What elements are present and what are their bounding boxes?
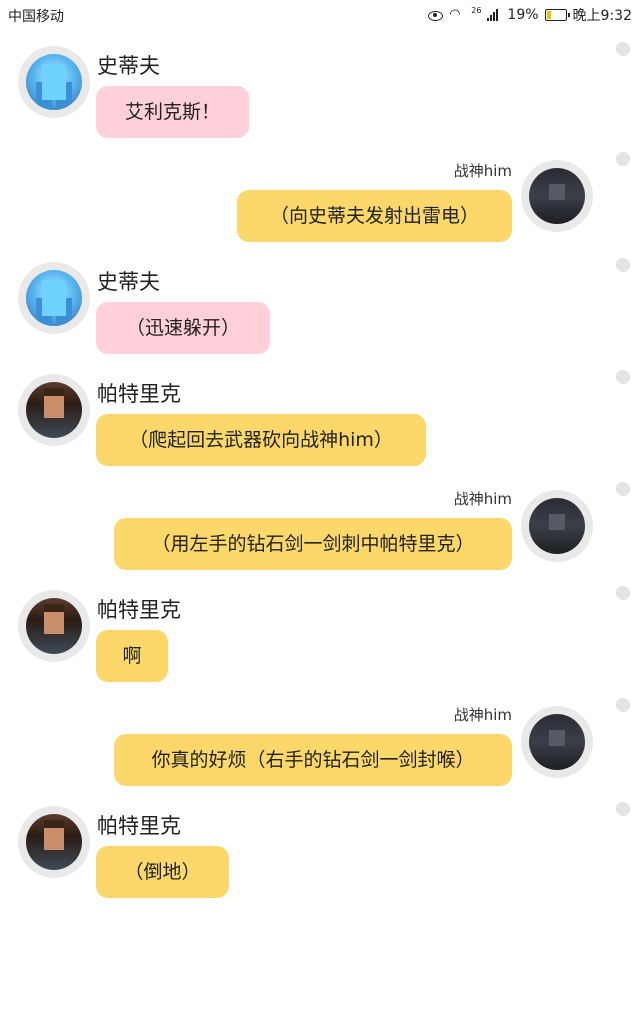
message-bubble[interactable]: （迅速躲开） bbox=[96, 302, 270, 354]
scroll-indicator bbox=[616, 802, 630, 816]
sender-name: 帕特里克 bbox=[97, 814, 181, 838]
battery-icon bbox=[544, 9, 570, 21]
sender-name: 帕特里克 bbox=[97, 598, 181, 622]
signal-icon bbox=[487, 9, 501, 21]
avatar[interactable] bbox=[18, 46, 90, 118]
message-bubble[interactable]: 艾利克斯！ bbox=[96, 86, 249, 138]
clock: 晚上9:32 bbox=[572, 8, 632, 24]
wifi-icon: ◠ bbox=[449, 7, 461, 22]
message-bubble[interactable]: （向史蒂夫发射出雷电） bbox=[237, 190, 512, 242]
sender-name: 史蒂夫 bbox=[97, 54, 160, 78]
battery-percent: 19% bbox=[507, 7, 539, 23]
scroll-indicator bbox=[616, 152, 630, 166]
message-bubble[interactable]: 啊 bbox=[96, 630, 168, 682]
scroll-indicator bbox=[616, 370, 630, 384]
scroll-indicator bbox=[616, 482, 630, 496]
message-bubble[interactable]: （爬起回去武器砍向战神him） bbox=[96, 414, 426, 466]
avatar[interactable] bbox=[521, 160, 593, 232]
status-icons: ◠ 26 19% 晚上9:32 bbox=[427, 5, 632, 25]
scroll-indicator bbox=[616, 698, 630, 712]
status-bar: 中国移动 ◠ 26 19% 晚上9:32 bbox=[0, 0, 640, 30]
scroll-indicator bbox=[616, 42, 630, 56]
message-bubble[interactable]: （用左手的钻石剑一剑刺中帕特里克） bbox=[114, 518, 512, 570]
network-tag: 26 bbox=[471, 5, 482, 15]
avatar[interactable] bbox=[521, 490, 593, 562]
scroll-indicator bbox=[616, 586, 630, 600]
sender-name: 帕特里克 bbox=[97, 382, 181, 406]
sender-name: 战神him bbox=[453, 162, 512, 180]
avatar[interactable] bbox=[18, 590, 90, 662]
carrier-label: 中国移动 bbox=[8, 9, 64, 25]
sender-name: 史蒂夫 bbox=[97, 270, 160, 294]
eye-icon bbox=[427, 8, 444, 22]
avatar[interactable] bbox=[18, 806, 90, 878]
avatar[interactable] bbox=[18, 374, 90, 446]
scroll-indicator bbox=[616, 258, 630, 272]
sender-name: 战神him bbox=[453, 706, 512, 724]
avatar[interactable] bbox=[521, 706, 593, 778]
message-bubble[interactable]: （倒地） bbox=[96, 846, 229, 898]
chat-thread[interactable]: 史蒂夫 艾利克斯！ 战神him （向史蒂夫发射出雷电） 史蒂夫 （迅速躲开） 帕… bbox=[0, 30, 640, 1024]
avatar[interactable] bbox=[18, 262, 90, 334]
sender-name: 战神him bbox=[453, 490, 512, 508]
message-bubble[interactable]: 你真的好烦（右手的钻石剑一剑封喉） bbox=[114, 734, 512, 786]
